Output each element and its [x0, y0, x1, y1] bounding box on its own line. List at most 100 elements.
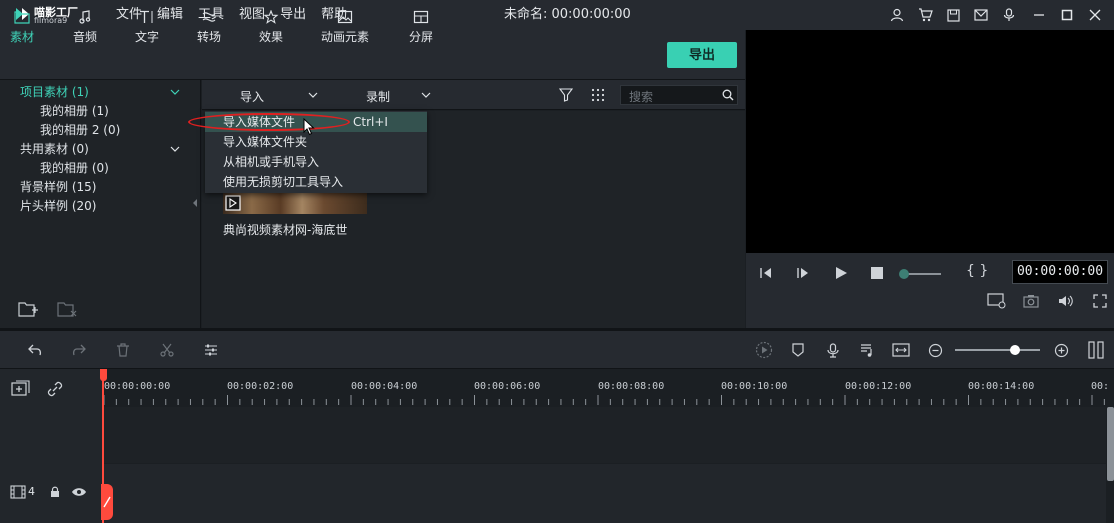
- tab-label: 转场: [197, 30, 222, 44]
- stop-icon[interactable]: [871, 267, 883, 279]
- menu-item-label: 使用无损剪切工具导入: [223, 175, 344, 189]
- timeline-scrollbar[interactable]: [1107, 407, 1114, 481]
- menu-item-shortcut: Ctrl+I: [353, 115, 388, 129]
- menu-item-import-media-folder[interactable]: 导入媒体文件夹: [205, 132, 427, 152]
- tree-item-shared-media[interactable]: 共用素材 (0): [20, 140, 89, 157]
- account-icon[interactable]: [888, 6, 906, 24]
- maximize-icon[interactable]: [1058, 6, 1076, 24]
- cart-icon[interactable]: [916, 6, 934, 24]
- filter-icon[interactable]: [559, 88, 573, 102]
- video-track-icon: [10, 485, 26, 499]
- marker-icon[interactable]: [789, 341, 807, 359]
- tree-item-project-media[interactable]: 项目素材 (1): [20, 83, 89, 100]
- adjust-icon[interactable]: [202, 341, 220, 359]
- volume-icon[interactable]: [1058, 294, 1074, 308]
- timeline-track-video-4[interactable]: [102, 464, 1106, 523]
- mail-icon[interactable]: [972, 6, 990, 24]
- new-folder-icon[interactable]: [18, 300, 38, 318]
- search-input[interactable]: 搜索: [620, 85, 738, 105]
- tab-audio[interactable]: 音频: [73, 8, 97, 45]
- preview-viewport: [746, 30, 1114, 253]
- zoom-slider-track[interactable]: [955, 349, 1040, 351]
- export-button[interactable]: 导出: [667, 42, 737, 68]
- voiceover-icon[interactable]: [858, 341, 876, 359]
- tree-item-background-samples[interactable]: 背景样例 (15): [20, 178, 96, 195]
- delete-folder-icon[interactable]: [57, 300, 77, 318]
- media-thumbnail[interactable]: [223, 192, 367, 214]
- record-button[interactable]: 录制: [366, 88, 390, 105]
- menu-item-label: 导入媒体文件夹: [223, 135, 308, 149]
- fit-timeline-icon[interactable]: [892, 341, 910, 359]
- title-icons: [888, 6, 1028, 24]
- tab-label: 动画元素: [321, 30, 370, 44]
- download-icon[interactable]: [1000, 6, 1018, 24]
- track-number: 4: [28, 485, 35, 498]
- video-clip-icon: [225, 195, 241, 211]
- save-icon[interactable]: [944, 6, 962, 24]
- render-icon[interactable]: [755, 341, 773, 359]
- playhead-handle[interactable]: [100, 369, 107, 381]
- next-frame-icon[interactable]: [796, 266, 810, 280]
- import-button[interactable]: 导入: [240, 88, 264, 105]
- tab-text[interactable]: 文字: [135, 8, 159, 45]
- collapse-panel-icon[interactable]: [192, 198, 198, 208]
- add-track-icon[interactable]: [11, 380, 31, 398]
- redo-icon[interactable]: [70, 341, 88, 359]
- snapshot-icon[interactable]: [1023, 294, 1039, 308]
- timeline-track-empty[interactable]: [102, 407, 1106, 463]
- tab-media[interactable]: 素材: [10, 8, 34, 45]
- cut-icon[interactable]: [158, 341, 176, 359]
- image-icon: [321, 8, 369, 26]
- menu-edit[interactable]: 编辑: [157, 0, 183, 30]
- zoom-in-icon[interactable]: [1052, 341, 1070, 359]
- track-headers: 4: [0, 369, 102, 523]
- chevron-down-icon[interactable]: [421, 91, 431, 99]
- menu-export[interactable]: 导出: [280, 0, 306, 30]
- tab-effects[interactable]: 效果: [259, 8, 283, 45]
- chevron-down-icon[interactable]: [170, 87, 180, 97]
- undo-icon[interactable]: [26, 341, 44, 359]
- text-icon: [135, 8, 159, 26]
- time-tick-label: 00:00:06:00: [474, 381, 541, 392]
- close-icon[interactable]: [1086, 6, 1104, 24]
- zoom-out-icon[interactable]: [926, 341, 944, 359]
- split-screen-icon: [409, 8, 433, 26]
- tab-elements[interactable]: 动画元素: [321, 8, 369, 45]
- play-icon[interactable]: [834, 266, 848, 280]
- microphone-icon[interactable]: [824, 341, 842, 359]
- link-icon[interactable]: [46, 380, 64, 398]
- pause-icon[interactable]: [1087, 341, 1105, 359]
- render-preview-icon[interactable]: [987, 293, 1007, 309]
- fullscreen-icon[interactable]: [1093, 294, 1107, 308]
- preview-timecode: 00:00:00:00: [1012, 260, 1108, 284]
- search-icon[interactable]: [722, 89, 734, 101]
- zoom-slider-handle[interactable]: [1010, 345, 1020, 355]
- menu-item-import-lossless-cut[interactable]: 使用无损剪切工具导入: [205, 172, 427, 192]
- tree-item-album-2[interactable]: 我的相册 2 (0): [40, 121, 120, 138]
- effects-icon: [259, 8, 283, 26]
- menu-item-label: 从相机或手机导入: [223, 155, 320, 169]
- tree-item-shared-album[interactable]: 我的相册 (0): [40, 159, 109, 176]
- previous-frame-icon[interactable]: [759, 266, 773, 280]
- folder-icon: [10, 8, 34, 26]
- grid-view-icon[interactable]: [591, 88, 605, 102]
- chevron-down-icon[interactable]: [308, 91, 318, 99]
- chevron-down-icon[interactable]: [170, 144, 180, 154]
- lock-icon[interactable]: [49, 486, 61, 498]
- tree-item-album-1[interactable]: 我的相册 (1): [40, 102, 109, 119]
- playback-progress-handle[interactable]: [899, 269, 909, 279]
- tab-split-screen[interactable]: 分屏: [409, 8, 433, 45]
- tab-label: 分屏: [409, 30, 434, 44]
- minimize-icon[interactable]: [1030, 6, 1048, 24]
- time-tick-label: 00:: [1091, 381, 1110, 392]
- timeline-ruler[interactable]: 00:00:00:00 00:00:02:00 00:00:04:00 00:0…: [102, 369, 1114, 407]
- playhead-scissor-handle[interactable]: [101, 484, 113, 520]
- delete-icon[interactable]: [114, 341, 132, 359]
- eye-icon[interactable]: [71, 487, 87, 497]
- menu-item-import-from-camera[interactable]: 从相机或手机导入: [205, 152, 427, 172]
- annotation-highlight-oval: [188, 113, 350, 131]
- tree-item-intro-samples[interactable]: 片头样例 (20): [20, 197, 96, 214]
- tab-transition[interactable]: 转场: [197, 8, 221, 45]
- music-note-icon: [73, 8, 97, 26]
- mark-in-out-icon[interactable]: { }: [966, 263, 988, 279]
